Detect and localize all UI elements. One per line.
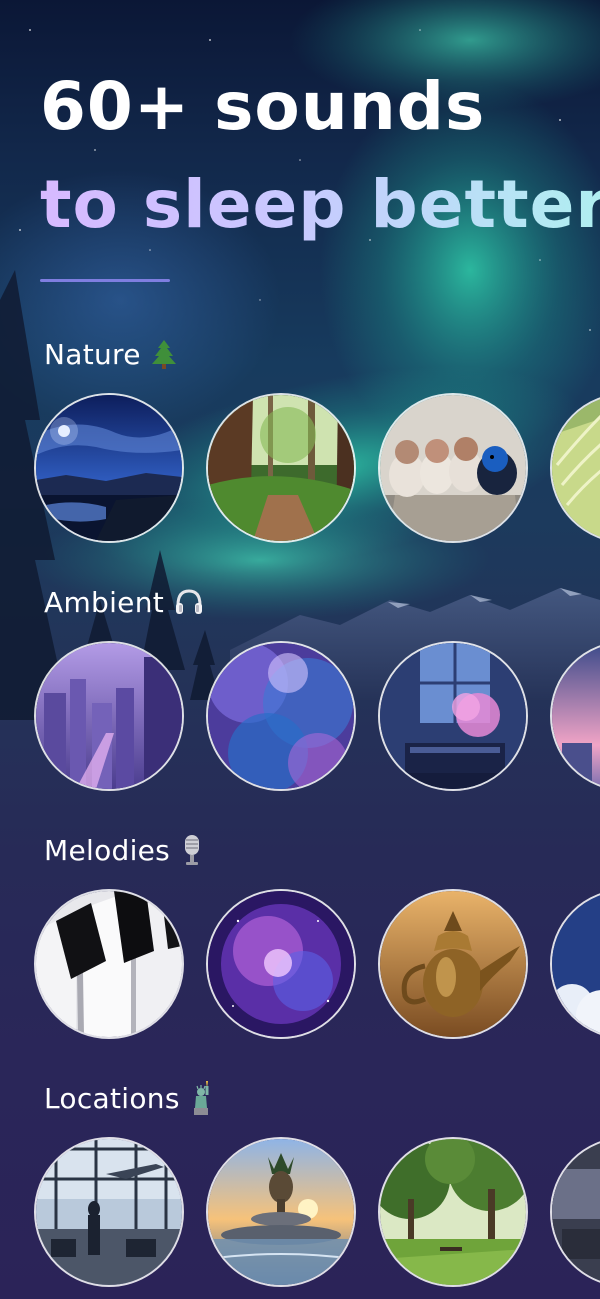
sound-tile-piano-keys[interactable] [34,889,184,1039]
sound-tile-sunny-park[interactable] [378,1137,528,1287]
section-title-melodies: Melodies [44,830,204,870]
section-title-label: Locations [44,1081,180,1115]
sound-tile-night-sky-clouds[interactable] [550,889,600,1039]
melodies-sounds-row [34,889,600,1041]
headphones-icon [174,587,204,617]
sound-tile-forest-path[interactable] [206,393,356,543]
section-title-label: Ambient [44,585,165,619]
sound-tile-station-interior[interactable] [550,1137,600,1287]
onboarding-screen: 60+ sounds to sleep better Nature Ambien… [0,0,600,1299]
sound-tile-moonlit-lake[interactable] [34,393,184,543]
headline-line-2: to sleep better [40,156,600,254]
section-title-nature: Nature [44,334,177,374]
statue-of-liberty-icon [190,1080,214,1116]
sound-tile-city-dusk[interactable] [550,641,600,791]
section-title-label: Nature [44,337,141,371]
sound-tile-wheat-field[interactable] [550,393,600,543]
locations-sounds-row [34,1137,600,1289]
section-title-ambient: Ambient [44,582,204,622]
sound-tile-airport-terminal[interactable] [34,1137,184,1287]
ambient-sounds-row [34,641,600,793]
nature-sounds-row [34,393,600,545]
sound-tile-purple-city[interactable] [34,641,184,791]
headline-line-1: 60+ sounds [40,68,486,145]
sound-tile-birds[interactable] [378,393,528,543]
microphone-icon [180,834,204,866]
section-title-label: Melodies [44,833,171,867]
sound-tile-nebula-clouds[interactable] [206,641,356,791]
headline: 60+ sounds to sleep better [40,58,600,254]
evergreen-tree-icon [151,339,177,369]
sound-tile-pineapple-fountain[interactable] [206,1137,356,1287]
sound-tile-golden-teapot[interactable] [378,889,528,1039]
section-title-locations: Locations [44,1078,214,1118]
sound-tile-purple-galaxy[interactable] [206,889,356,1039]
accent-divider [40,279,170,282]
sound-tile-piano-room[interactable] [378,641,528,791]
